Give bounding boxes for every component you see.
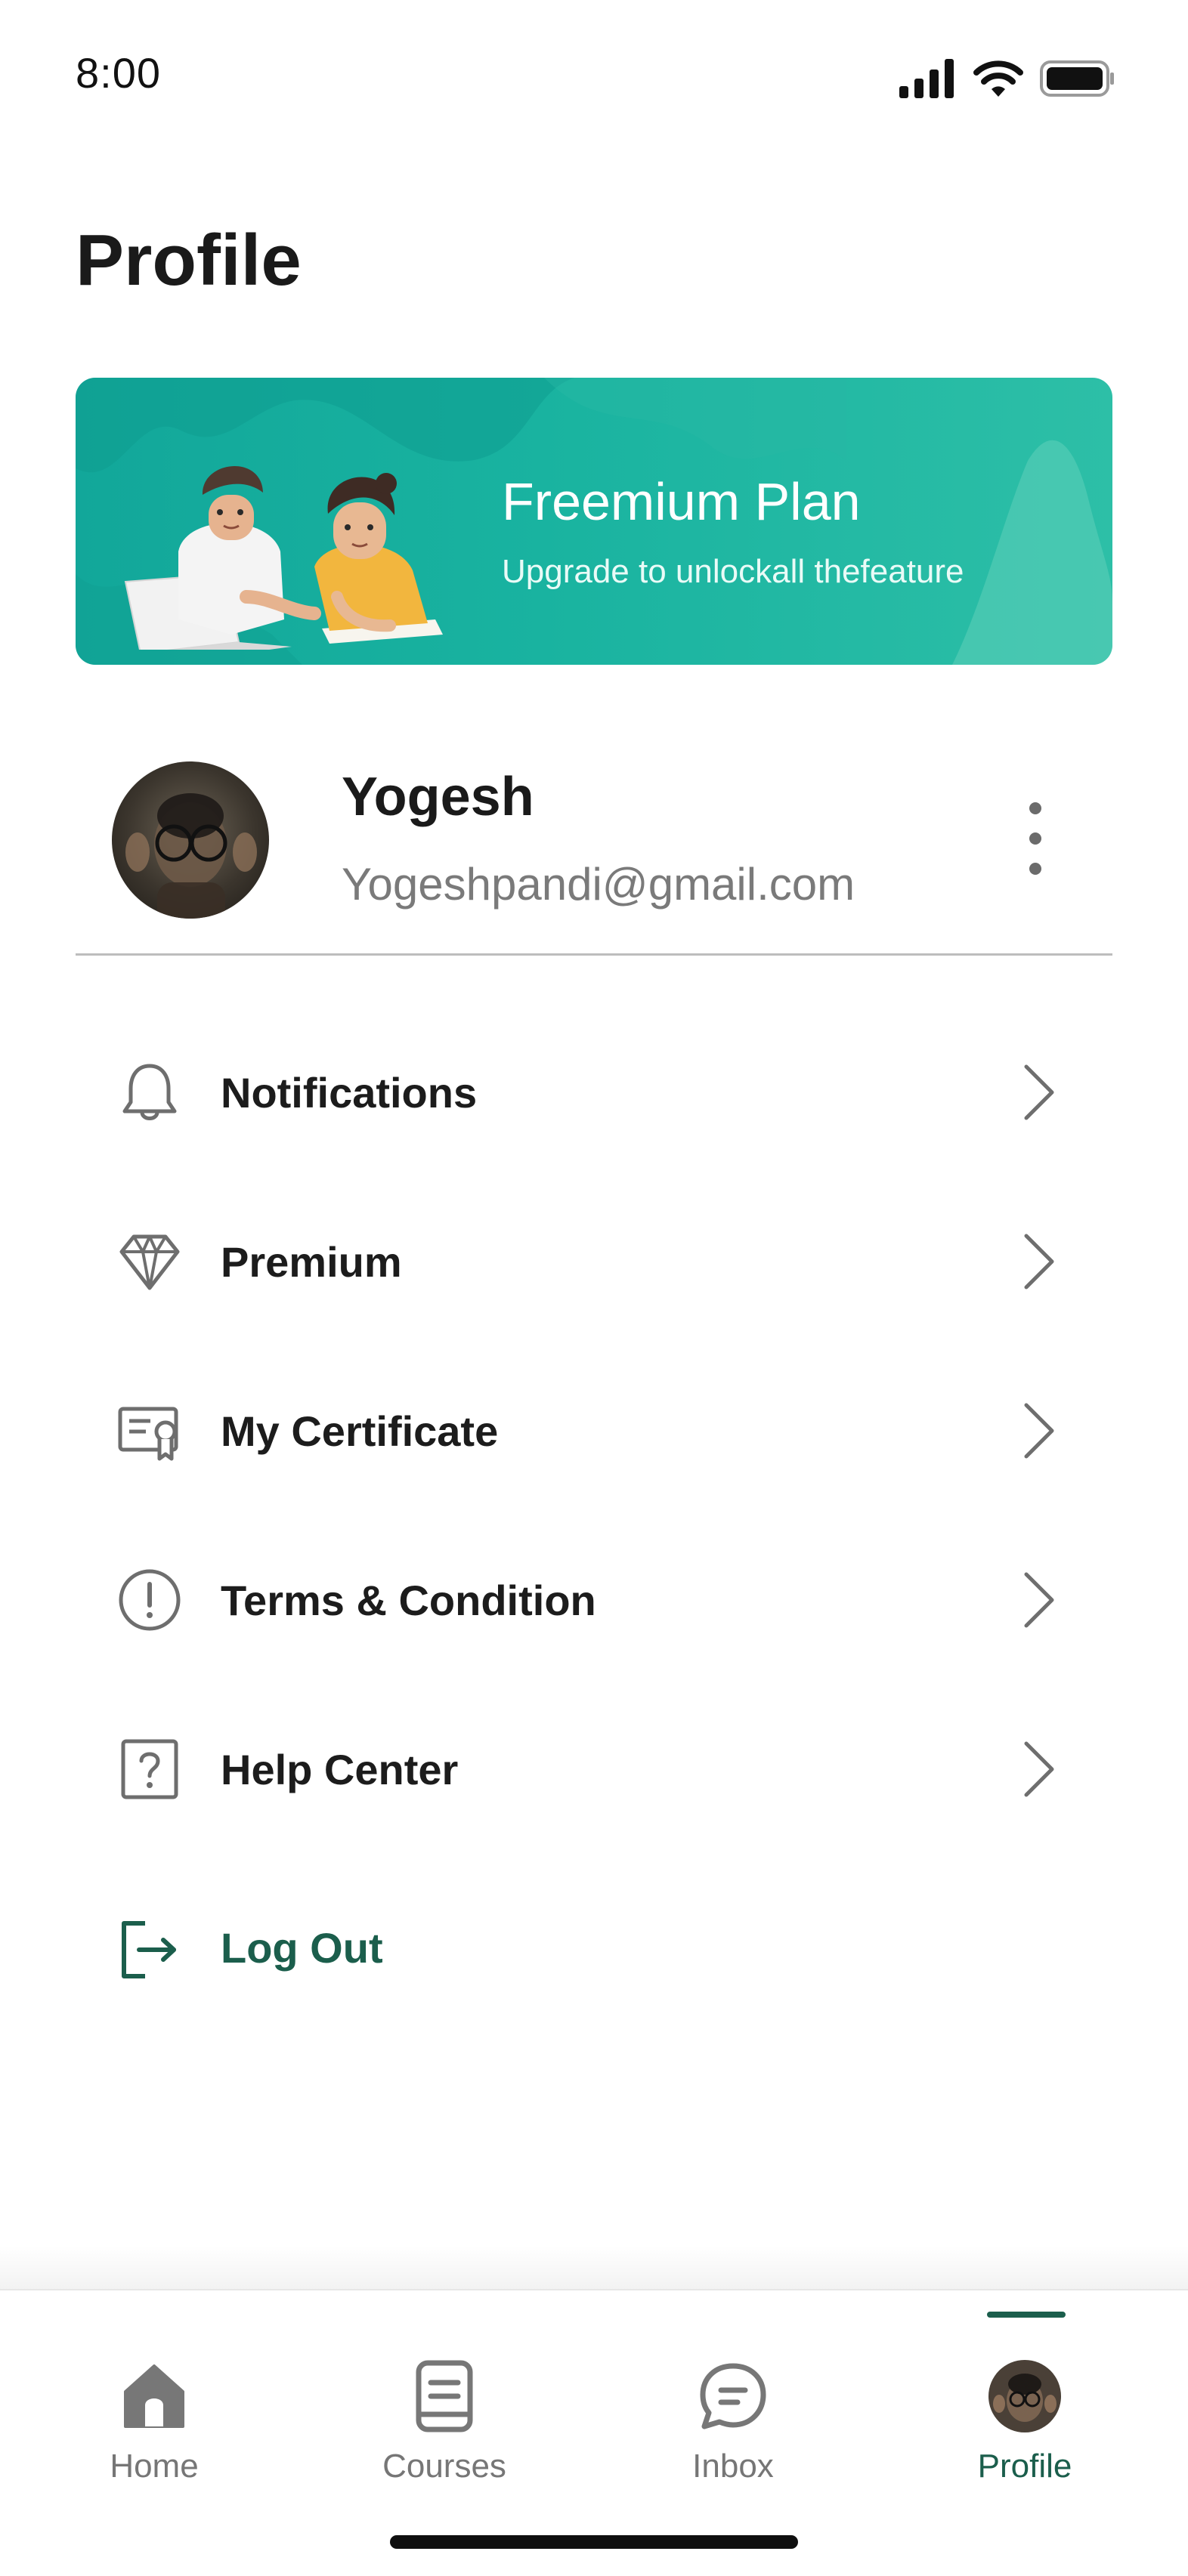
diamond-icon <box>112 1224 187 1299</box>
banner-title: Freemium Plan <box>502 472 861 531</box>
info-icon <box>112 1562 187 1638</box>
user-profile-row: Yogesh Yogeshpandi@gmail.com <box>76 748 1112 956</box>
menu-item-help-center[interactable]: Help Center <box>76 1685 1112 1854</box>
home-icon <box>124 2364 184 2428</box>
chevron-right-icon <box>1024 1403 1054 1459</box>
bottom-navigation: Home Courses Inbox Profile <box>0 2289 1188 2576</box>
nav-item-profile[interactable]: Profile <box>919 2336 1131 2487</box>
more-options-icon[interactable] <box>1005 793 1066 884</box>
menu-item-premium[interactable]: Premium <box>76 1177 1112 1346</box>
wifi-icon <box>973 60 1023 97</box>
avatar-icon <box>988 2360 1061 2432</box>
bottom-nav-shadow <box>0 2245 1188 2290</box>
battery-icon <box>1040 60 1114 97</box>
chevron-right-icon <box>1024 1064 1054 1120</box>
menu-label: Premium <box>221 1237 402 1286</box>
user-name: Yogesh <box>342 767 534 827</box>
menu-label: Notifications <box>221 1068 478 1117</box>
freemium-plan-banner[interactable]: Freemium Plan Upgrade to unlockall thefe… <box>76 378 1112 665</box>
menu-item-terms-condition[interactable]: Terms & Condition <box>76 1515 1112 1685</box>
nav-label: Home <box>110 2448 199 2485</box>
banner-subtitle: Upgrade to unlockall thefeature <box>502 553 964 590</box>
chevron-right-icon <box>1024 1572 1054 1628</box>
menu-item-notifications[interactable]: Notifications <box>76 1008 1112 1177</box>
menu-label: My Certificate <box>221 1407 499 1455</box>
avatar[interactable] <box>112 761 269 919</box>
chat-icon <box>700 2363 766 2429</box>
page-title: Profile <box>76 220 302 301</box>
bell-icon <box>112 1055 187 1130</box>
help-icon <box>112 1731 187 1807</box>
menu-item-my-certificate[interactable]: My Certificate <box>76 1346 1112 1515</box>
nav-label: Courses <box>382 2448 506 2485</box>
nav-label: Inbox <box>692 2448 774 2485</box>
settings-menu: Notifications Premium My Certificate Ter… <box>76 1008 1112 1854</box>
logout-icon <box>122 1921 176 1978</box>
avatar-photo <box>125 793 257 919</box>
status-bar: 8:00 <box>0 0 1188 151</box>
certificate-icon <box>112 1393 187 1469</box>
user-email: Yogeshpandi@gmail.com <box>342 859 855 910</box>
logout-button[interactable]: Log Out <box>76 1889 529 2009</box>
chevron-right-icon <box>1024 1741 1054 1797</box>
status-icons <box>899 57 1115 100</box>
signal-icon <box>899 59 954 98</box>
nav-label: Profile <box>977 2448 1072 2485</box>
status-time: 8:00 <box>76 49 161 97</box>
chevron-right-icon <box>1024 1234 1054 1290</box>
nav-item-courses[interactable]: Courses <box>339 2336 550 2487</box>
logout-label: Log Out <box>221 1924 383 1972</box>
active-tab-indicator <box>987 2312 1066 2318</box>
nav-item-home[interactable]: Home <box>48 2336 260 2487</box>
book-icon <box>416 2360 473 2432</box>
menu-label: Help Center <box>221 1745 459 1793</box>
menu-label: Terms & Condition <box>221 1576 596 1624</box>
study-illustration <box>124 465 443 650</box>
home-indicator <box>390 2535 798 2549</box>
nav-item-inbox[interactable]: Inbox <box>627 2336 839 2487</box>
